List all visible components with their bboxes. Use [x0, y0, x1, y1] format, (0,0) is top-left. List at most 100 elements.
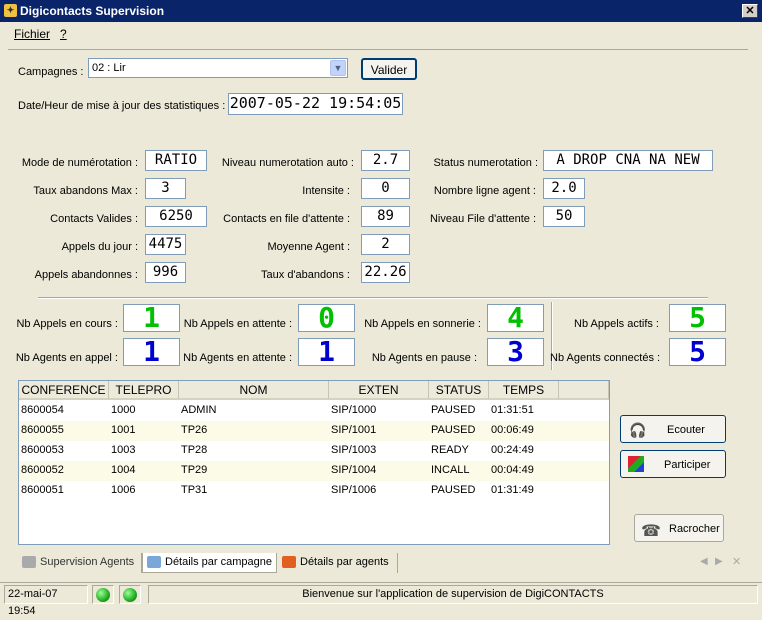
- ecouter-button[interactable]: 🎧 Ecouter: [620, 415, 726, 443]
- connection-led-icon: [96, 588, 110, 602]
- agents-table[interactable]: CONFERENCE TELEPRO NOM EXTEN STATUS TEMP…: [18, 380, 610, 545]
- tab-close-icon[interactable]: ✕: [732, 555, 741, 568]
- niveau-file-label: Niveau File d'attente :: [429, 213, 536, 225]
- participer-label: Participer: [664, 459, 711, 471]
- racrocher-button[interactable]: ☎ Racrocher: [634, 514, 724, 542]
- appels-jour-label: Appels du jour :: [61, 241, 138, 253]
- cell-nom: ADMIN: [181, 404, 217, 416]
- tab-details-agents[interactable]: Détails par agents: [278, 553, 398, 573]
- cell-nom: TP28: [181, 444, 208, 456]
- appels-actifs-value: 5: [669, 304, 726, 332]
- cell-temps: 00:24:49: [491, 444, 534, 456]
- status-bar: 22-mai-07 19:54 Bienvenue sur l'applicat…: [0, 582, 762, 617]
- status-message: Bienvenue sur l'application de supervisi…: [148, 585, 758, 604]
- separator: [38, 297, 708, 299]
- column-header[interactable]: CONFERENCE: [19, 381, 109, 400]
- appels-sonnerie-label: Nb Appels en sonnerie :: [364, 318, 481, 330]
- window-title: Digicontacts Supervision: [20, 4, 165, 18]
- column-header[interactable]: TEMPS: [489, 381, 559, 400]
- cell-telepro: 1003: [111, 444, 136, 456]
- column-header[interactable]: TELEPRO: [109, 381, 179, 400]
- column-header[interactable]: NOM: [179, 381, 329, 400]
- valider-button[interactable]: Valider: [361, 58, 417, 80]
- contacts-valides-label: Contacts Valides :: [50, 213, 138, 225]
- table-row[interactable]: 8600054 1000 ADMIN SIP/1000 PAUSED 01:31…: [19, 401, 609, 421]
- niveau-auto-value: 2.7: [361, 150, 410, 171]
- agents-connectes-value: 5: [669, 338, 726, 366]
- cell-temps: 01:31:49: [491, 484, 534, 496]
- cell-exten: SIP/1006: [331, 484, 377, 496]
- nb-ligne-value: 2.0: [543, 178, 585, 199]
- taux-abandons-label: Taux d'abandons :: [261, 269, 350, 281]
- cell-telepro: 1001: [111, 424, 136, 436]
- cell-status: PAUSED: [431, 404, 476, 416]
- connection-led-icon: [123, 588, 137, 602]
- cell-conference: 8600054: [21, 404, 64, 416]
- tab-scroll-right-icon[interactable]: ▶: [715, 556, 723, 567]
- chevron-down-icon[interactable]: ▼: [330, 60, 346, 76]
- cell-status: PAUSED: [431, 424, 476, 436]
- appels-cours-label: Nb Appels en cours :: [16, 318, 118, 330]
- niveau-file-value: 50: [543, 206, 585, 227]
- campagnes-label: Campagnes :: [18, 66, 84, 78]
- agents-appel-label: Nb Agents en appel :: [15, 352, 118, 364]
- appels-abandonnes-value: 996: [145, 262, 186, 283]
- tab-supervision-agents[interactable]: Supervision Agents: [18, 553, 142, 573]
- stats-date-label: Date/Heur de mise à jour des statistique…: [18, 100, 226, 112]
- cell-conference: 8600052: [21, 464, 64, 476]
- cell-status: READY: [431, 444, 469, 456]
- cell-exten: SIP/1003: [331, 444, 377, 456]
- table-row[interactable]: 8600055 1001 TP26 SIP/1001 PAUSED 00:06:…: [19, 421, 609, 441]
- contacts-valides-value: 6250: [145, 206, 207, 227]
- participants-icon: [628, 456, 644, 472]
- cell-temps: 00:04:49: [491, 464, 534, 476]
- campaign-icon: [147, 556, 161, 568]
- appels-cours-value: 1: [123, 304, 180, 332]
- menu-bar: Fichier ?: [0, 22, 762, 44]
- appels-attente-value: 0: [298, 304, 355, 332]
- cell-nom: TP31: [181, 484, 208, 496]
- table-row[interactable]: 8600051 1006 TP31 SIP/1006 PAUSED 01:31:…: [19, 481, 609, 501]
- moyenne-agent-label: Moyenne Agent :: [267, 241, 350, 253]
- taux-abandons-value: 22.26: [361, 262, 410, 283]
- status-num-label: Status numerotation :: [433, 157, 538, 169]
- racrocher-label: Racrocher: [669, 523, 720, 535]
- niveau-auto-label: Niveau numerotation auto :: [221, 157, 354, 169]
- table-row[interactable]: 8600052 1004 TP29 SIP/1004 INCALL 00:04:…: [19, 461, 609, 481]
- nb-ligne-label: Nombre ligne agent :: [433, 185, 536, 197]
- menu-fichier[interactable]: Fichier: [14, 27, 50, 41]
- campagne-select-value: 02 : Lir: [92, 62, 126, 74]
- table-row[interactable]: 8600053 1003 TP28 SIP/1003 READY 00:24:4…: [19, 441, 609, 461]
- agents-connectes-label: Nb Agents connectés :: [550, 352, 661, 364]
- mode-value: RATIO: [145, 150, 207, 171]
- tab-details-campagne[interactable]: Détails par campagne: [142, 553, 277, 573]
- tab-scroll-left-icon[interactable]: ◀: [700, 556, 708, 567]
- cell-nom: TP26: [181, 424, 208, 436]
- close-button[interactable]: ✕: [742, 4, 758, 18]
- column-header-filler: [559, 381, 609, 400]
- tab-label: Détails par campagne: [165, 556, 273, 568]
- participer-button[interactable]: Participer: [620, 450, 726, 478]
- column-header[interactable]: EXTEN: [329, 381, 429, 400]
- moyenne-agent-value: 2: [361, 234, 410, 255]
- mode-label: Mode de numérotation :: [21, 157, 138, 169]
- appels-sonnerie-value: 4: [487, 304, 544, 332]
- intensite-label: Intensite :: [302, 185, 350, 197]
- column-header[interactable]: STATUS: [429, 381, 489, 400]
- contacts-file-value: 89: [361, 206, 410, 227]
- cell-telepro: 1004: [111, 464, 136, 476]
- menu-help[interactable]: ?: [60, 27, 67, 41]
- agents-pause-value: 3: [487, 338, 544, 366]
- cell-nom: TP29: [181, 464, 208, 476]
- agents-pause-label: Nb Agents en pause :: [371, 352, 477, 364]
- cell-conference: 8600051: [21, 484, 64, 496]
- appels-attente-label: Nb Appels en attente :: [183, 318, 292, 330]
- agents-attente-label: Nb Agents en attente :: [183, 352, 292, 364]
- campagne-select[interactable]: 02 : Lir ▼: [88, 58, 348, 78]
- cell-status: PAUSED: [431, 484, 476, 496]
- appels-jour-value: 4475: [145, 234, 186, 255]
- ecouter-label: Ecouter: [667, 424, 705, 436]
- cell-conference: 8600055: [21, 424, 64, 436]
- cell-exten: SIP/1004: [331, 464, 377, 476]
- status-led-1: [92, 585, 114, 604]
